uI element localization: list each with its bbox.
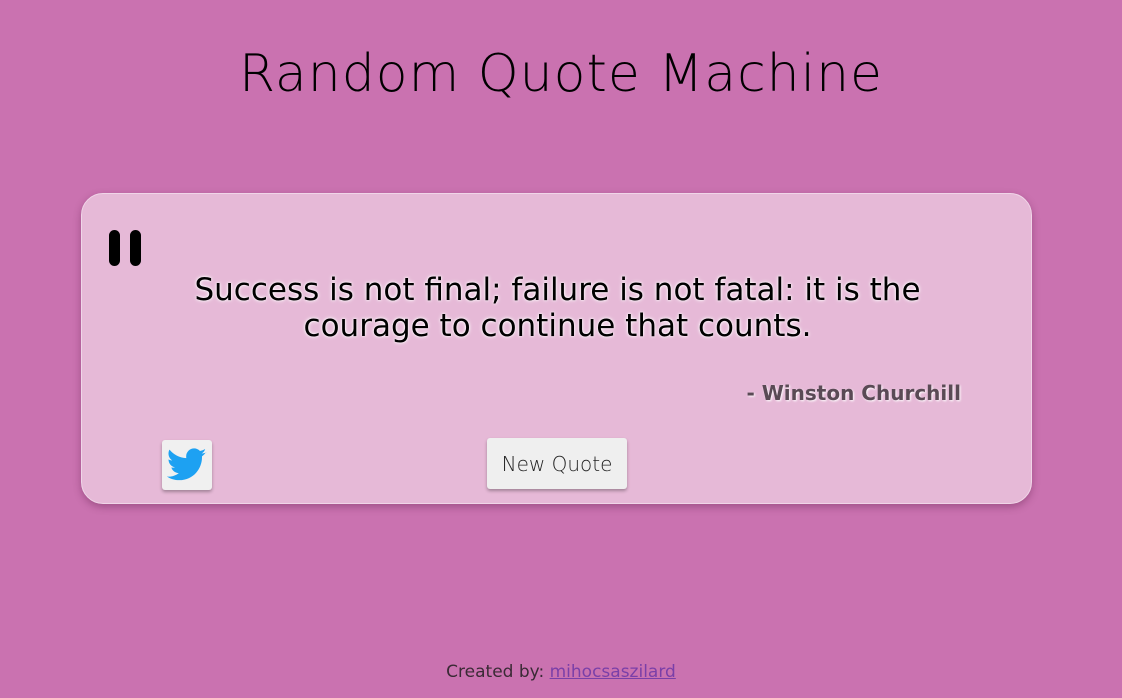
page-title: Random Quote Machine bbox=[238, 44, 884, 104]
footer: Created by: mihocsaszilard bbox=[0, 662, 1122, 682]
quote-author: - Winston Churchill bbox=[746, 381, 961, 405]
quote-text: Success is not final; failure is not fat… bbox=[194, 272, 921, 344]
quote-mark-icon bbox=[109, 230, 141, 266]
quote-card: Success is not final; failure is not fat… bbox=[81, 193, 1032, 504]
new-quote-button[interactable]: New Quote bbox=[487, 438, 627, 489]
author-link[interactable]: mihocsaszilard bbox=[550, 662, 676, 682]
tweet-quote-button[interactable] bbox=[162, 440, 212, 490]
footer-prefix: Created by: bbox=[446, 662, 550, 682]
twitter-icon bbox=[167, 448, 207, 481]
